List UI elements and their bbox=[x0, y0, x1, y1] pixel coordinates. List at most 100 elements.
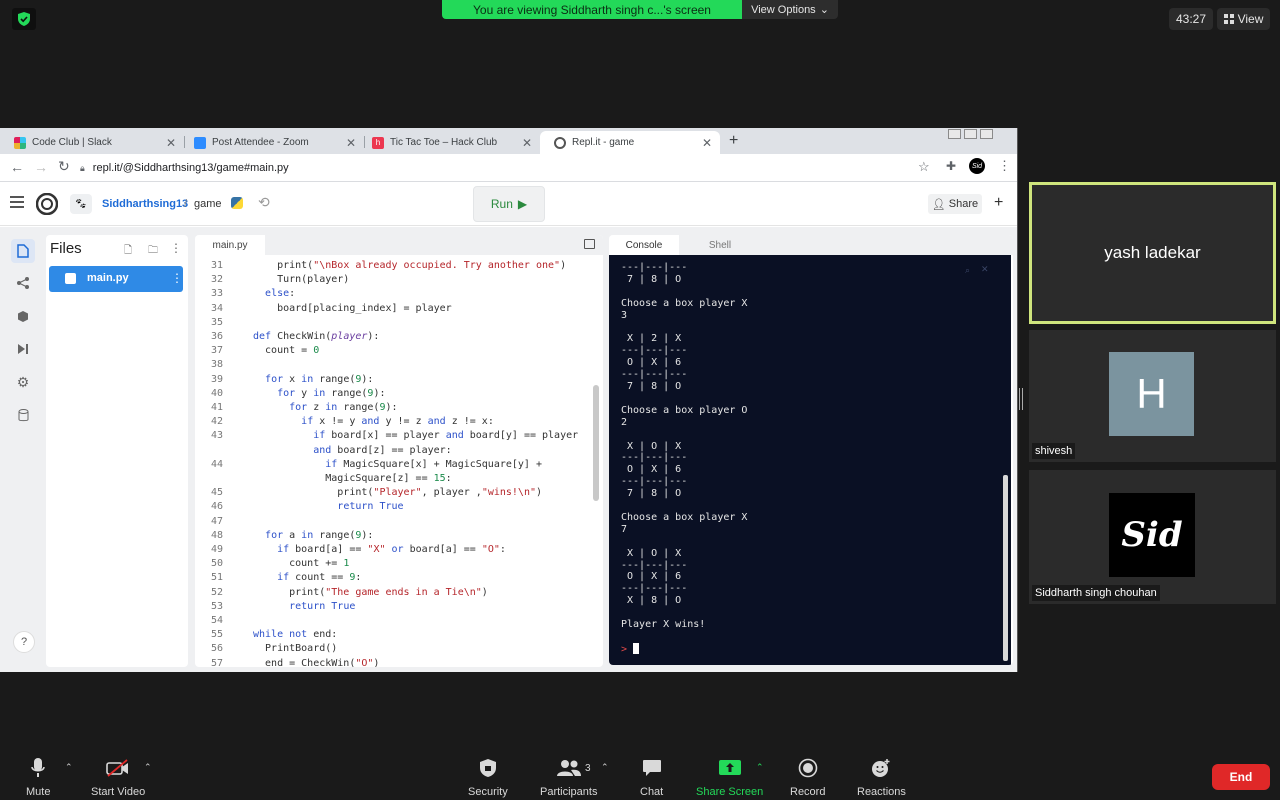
repl-name[interactable]: game bbox=[194, 198, 222, 210]
code-text: board[placing_index] = player bbox=[253, 302, 452, 314]
panel-resize-handle[interactable] bbox=[1019, 388, 1023, 410]
chevron-up-icon[interactable]: ⌃ bbox=[601, 762, 609, 773]
database-icon[interactable] bbox=[11, 403, 35, 427]
start-video-button[interactable]: Start Video bbox=[91, 756, 145, 798]
tab-hackclub[interactable]: h Tic Tac Toe – Hack Club ✕ bbox=[358, 131, 540, 154]
chevron-up-icon[interactable]: ⌃ bbox=[756, 762, 764, 773]
window-close-button[interactable] bbox=[980, 129, 993, 139]
tab-title: Repl.it - game bbox=[572, 137, 635, 148]
forward-arrow-icon[interactable]: → bbox=[34, 159, 48, 175]
tab-strip: Code Club | Slack ✕ Post Attendee - Zoom… bbox=[0, 128, 1017, 154]
code-line: 42 if x != y and y != z and z != x: bbox=[195, 415, 603, 429]
tab-replit[interactable]: Repl.it - game ✕ bbox=[540, 131, 720, 154]
files-more-icon[interactable]: ⋮ bbox=[170, 241, 182, 255]
record-label: Record bbox=[790, 786, 826, 798]
packages-icon[interactable] bbox=[11, 304, 35, 328]
chevron-up-icon[interactable]: ⌃ bbox=[144, 762, 152, 773]
line-number: 57 bbox=[210, 657, 223, 667]
minimize-button[interactable] bbox=[948, 129, 961, 139]
file-item-main-py[interactable]: main.py ⋮ bbox=[49, 266, 183, 292]
profile-avatar[interactable]: Sid bbox=[969, 158, 985, 174]
line-number: 50 bbox=[210, 558, 223, 570]
end-meeting-button[interactable]: End bbox=[1212, 764, 1270, 790]
console-line: ---|---|--- bbox=[621, 369, 688, 381]
hamburger-menu-icon[interactable] bbox=[10, 196, 24, 208]
record-icon bbox=[798, 756, 818, 780]
code-area[interactable]: 31 print("\nBox already occupied. Try an… bbox=[195, 255, 603, 667]
file-menu-icon[interactable]: ⋮ bbox=[171, 271, 183, 285]
repl-owner-link[interactable]: Siddharthsing13 bbox=[102, 198, 188, 210]
reload-icon[interactable]: ↻ bbox=[58, 158, 70, 175]
maximize-button[interactable] bbox=[964, 129, 977, 139]
close-icon[interactable]: ✕ bbox=[166, 136, 176, 150]
add-user-icon: 👤︎ bbox=[931, 198, 946, 211]
url-text: repl.it/@Siddharthsing13/game#main.py bbox=[92, 162, 289, 174]
history-icon[interactable]: ⟲ bbox=[258, 194, 270, 211]
line-number: 48 bbox=[210, 529, 223, 541]
tab-zoom[interactable]: Post Attendee - Zoom ✕ bbox=[180, 131, 364, 154]
share-screen-button[interactable]: Share Screen bbox=[696, 756, 763, 798]
code-text: for a in range(9): bbox=[265, 529, 374, 541]
editor-scrollbar[interactable] bbox=[593, 385, 599, 501]
zoom-icon bbox=[194, 136, 206, 149]
security-button[interactable]: Security bbox=[468, 756, 508, 798]
code-line: 47 bbox=[195, 515, 603, 529]
chevron-up-icon[interactable]: ⌃ bbox=[65, 762, 73, 773]
line-number: 41 bbox=[210, 402, 223, 413]
format-icon[interactable] bbox=[584, 239, 595, 249]
reactions-button[interactable]: Reactions bbox=[857, 756, 906, 798]
view-button[interactable]: View bbox=[1217, 8, 1270, 30]
version-control-icon[interactable] bbox=[11, 271, 35, 295]
tab-console[interactable]: Console bbox=[609, 235, 679, 255]
settings-gear-icon[interactable]: ⚙ bbox=[11, 370, 35, 394]
code-line: 44 if MagicSquare[x] + MagicSquare[y] + bbox=[195, 458, 603, 472]
view-options-button[interactable]: View Options ⌄ bbox=[742, 0, 838, 19]
line-number: 36 bbox=[210, 331, 223, 342]
url-field[interactable]: 🔒︎ repl.it/@Siddharthsing13/game#main.py bbox=[80, 157, 940, 179]
zoom-toolbar: Mute ⌃ Start Video ⌃ Security Participan… bbox=[0, 752, 1280, 800]
participant-tile-active[interactable]: yash ladekar bbox=[1029, 182, 1276, 324]
editor-tab-main-py[interactable]: main.py bbox=[195, 235, 265, 255]
record-button[interactable]: Record bbox=[790, 756, 825, 798]
add-icon[interactable]: + bbox=[994, 194, 1003, 212]
line-number: 37 bbox=[210, 345, 223, 357]
new-tab-button[interactable]: + bbox=[729, 132, 738, 150]
participant-name: Siddharth singh chouhan bbox=[1032, 585, 1160, 601]
code-line: 33 else: bbox=[195, 287, 603, 301]
replit-logo-icon[interactable] bbox=[36, 193, 58, 215]
user-avatar-icon[interactable]: 🐾︎ bbox=[70, 194, 92, 214]
console-line: ---|---|--- bbox=[621, 262, 688, 273]
participant-tile[interactable]: Sid Siddharth singh chouhan bbox=[1029, 470, 1276, 604]
console-output[interactable]: ⌕ ✕ ---|---|--- 7 | 8 | O Choose a box pl… bbox=[609, 255, 1011, 665]
help-button[interactable]: ? bbox=[13, 631, 35, 653]
console-line: Choose a box player X bbox=[621, 297, 748, 309]
close-icon[interactable]: ✕ bbox=[522, 136, 532, 150]
line-number: 53 bbox=[210, 600, 223, 612]
console-scrollbar[interactable] bbox=[1003, 475, 1008, 661]
share-button[interactable]: 👤︎ Share bbox=[928, 194, 982, 214]
bookmark-star-icon[interactable]: ☆ bbox=[918, 159, 930, 175]
line-number: 43 bbox=[210, 430, 223, 442]
code-text: if x != y and y != z and z != x: bbox=[301, 416, 494, 428]
tab-slack[interactable]: Code Club | Slack ✕ bbox=[0, 131, 184, 154]
tab-title: Post Attendee - Zoom bbox=[212, 137, 309, 148]
console-line: X | O | X bbox=[621, 440, 682, 452]
new-file-icon[interactable]: 🗋︎ bbox=[124, 243, 132, 260]
extensions-icon[interactable]: ✚ bbox=[946, 159, 956, 173]
tab-shell[interactable]: Shell bbox=[695, 235, 745, 255]
new-folder-icon[interactable]: 🗀︎ bbox=[148, 243, 158, 260]
participant-avatar: H bbox=[1109, 352, 1194, 436]
debugger-icon[interactable] bbox=[11, 337, 35, 361]
mute-button[interactable]: Mute bbox=[26, 756, 50, 798]
meeting-timer: 43:27 bbox=[1169, 8, 1213, 30]
file-name: main.py bbox=[87, 272, 129, 284]
close-icon[interactable]: ✕ bbox=[346, 136, 356, 150]
close-icon[interactable]: ✕ bbox=[702, 136, 712, 150]
files-icon[interactable] bbox=[11, 239, 35, 263]
chat-button[interactable]: Chat bbox=[640, 756, 663, 798]
run-button[interactable]: Run ▶ bbox=[473, 186, 545, 222]
back-arrow-icon[interactable]: ← bbox=[10, 159, 24, 175]
console-line: 7 | 8 | O bbox=[621, 273, 682, 285]
more-menu-icon[interactable]: ⋮ bbox=[998, 158, 1011, 174]
participant-tile[interactable]: H shivesh bbox=[1029, 330, 1276, 462]
